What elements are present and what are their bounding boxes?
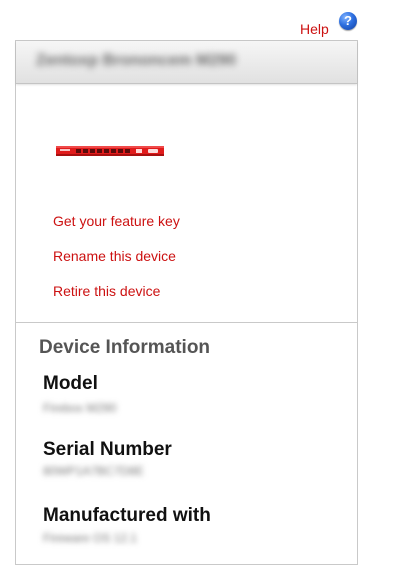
get-feature-key-link[interactable]: Get your feature key [53, 213, 180, 248]
model-label: Model [43, 373, 98, 394]
device-actions: Get your feature key Rename this device … [53, 213, 180, 318]
serial-number-label: Serial Number [43, 439, 172, 460]
firewall-appliance-icon [56, 146, 164, 156]
manufactured-with-label: Manufactured with [43, 505, 211, 526]
help-question-icon[interactable]: ? [339, 12, 357, 30]
device-name: Zentoxp Brononcem M290 [36, 52, 237, 69]
device-information-title: Device Information [39, 337, 211, 358]
device-panel-header: Zentoxp Brononcem M290 [16, 41, 357, 84]
device-page: Help ? Zentoxp Brononcem M290 Get your f… [0, 0, 406, 585]
rename-device-link[interactable]: Rename this device [53, 248, 180, 283]
device-panel: Zentoxp Brononcem M290 Get your feature … [15, 40, 358, 565]
manufactured-with-value: Fireware OS 12.1 [43, 531, 138, 545]
retire-device-link[interactable]: Retire this device [53, 283, 180, 318]
model-value: Firebox M290 [43, 401, 117, 415]
section-divider [16, 322, 357, 323]
help-link[interactable]: Help [300, 21, 329, 37]
serial-number-value: 80WP1A7BC7D8E [43, 464, 144, 478]
